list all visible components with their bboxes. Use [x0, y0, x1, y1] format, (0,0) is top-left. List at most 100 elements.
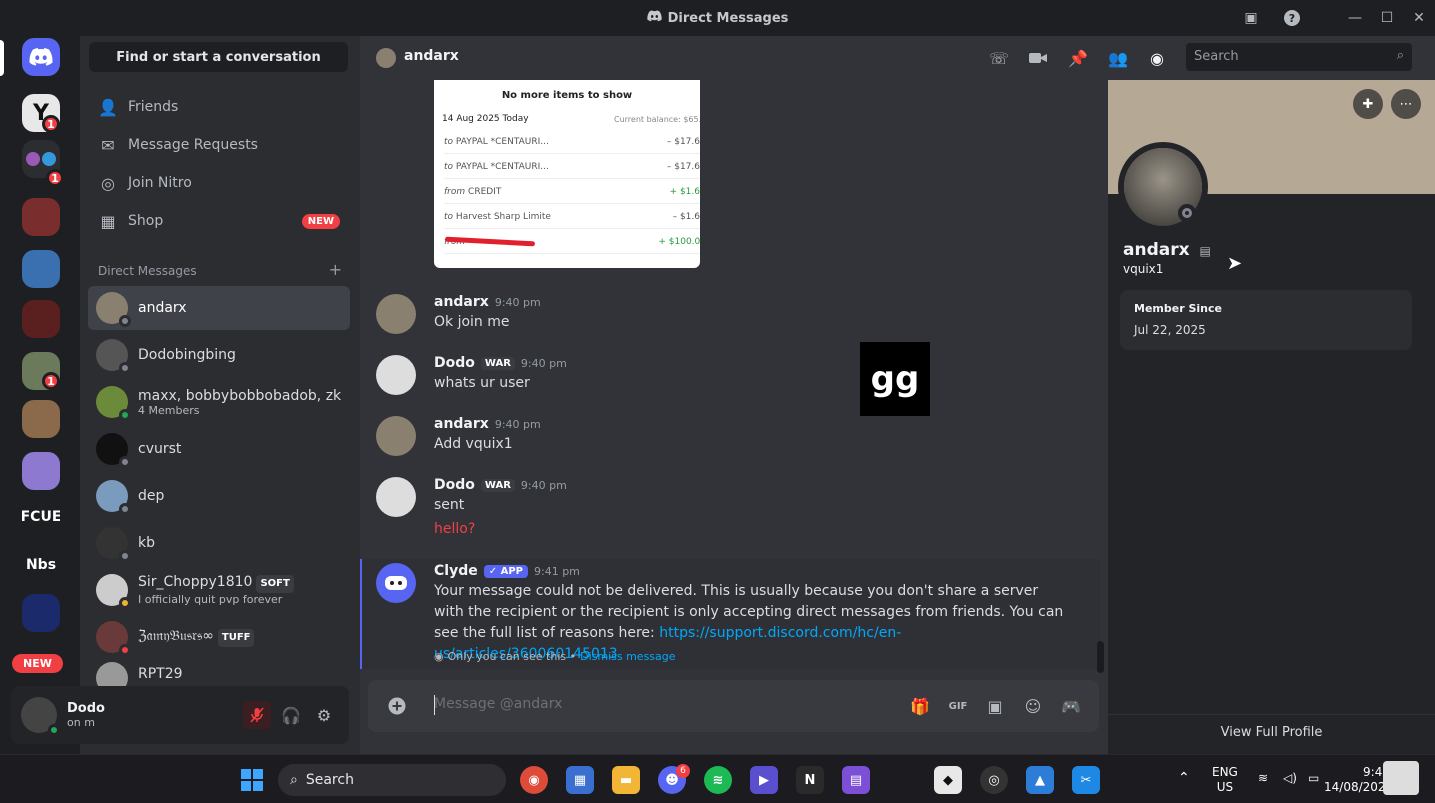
dm-item-dodobingbing[interactable]: Dodobingbing — [88, 333, 350, 377]
dm-name: andarx — [138, 300, 187, 316]
tray-chevron-icon[interactable]: ⌃ — [1178, 771, 1190, 786]
server-bronze[interactable] — [22, 452, 60, 490]
gif-icon[interactable]: GIF — [946, 694, 970, 718]
photos-icon[interactable]: ▲ — [1026, 766, 1054, 794]
dm-item-sir-choppy[interactable]: Sir_Choppy1810 SOFT I officially quit pvp… — [88, 568, 350, 612]
view-full-profile-button[interactable]: View Full Profile — [1108, 714, 1435, 740]
receipt-dir: to — [444, 211, 454, 222]
wifi-icon[interactable]: ≋ — [1258, 771, 1268, 786]
avatar[interactable] — [21, 697, 60, 736]
dm-item-zamy[interactable]: ℨ𝔞𝔪𝔶𝔅𝔲𝔰𝔯𝔰∞ TUFF — [88, 615, 350, 659]
gift-icon[interactable]: 🎁 — [908, 694, 932, 718]
chat-scrollbar[interactable] — [1097, 641, 1104, 673]
more-options-icon[interactable]: ⋯ — [1391, 89, 1421, 119]
failed-message-text[interactable]: hello? — [434, 519, 475, 540]
dm-name: cvurst — [138, 441, 182, 457]
avatar — [96, 480, 131, 515]
notion-icon[interactable]: N — [796, 766, 824, 794]
voice-call-icon[interactable]: ☏ — [988, 47, 1010, 69]
dm-item-kb[interactable]: kb — [88, 521, 350, 565]
maximize-icon[interactable]: ☐ — [1371, 6, 1403, 30]
receipt-balance: Current balance: $65.8 — [614, 115, 700, 124]
sticker-icon[interactable]: ▣ — [983, 694, 1007, 718]
player-icon[interactable]: ▶ — [750, 766, 778, 794]
server-jail[interactable] — [22, 250, 60, 288]
dm-item-cvurst[interactable]: cvurst — [88, 427, 350, 471]
search-placeholder: Search — [1194, 49, 1239, 64]
nav-friends[interactable]: 👤 Friends — [88, 90, 350, 124]
dm-name: RPT29 — [138, 666, 183, 682]
headphones-icon[interactable]: 🎧 — [277, 701, 305, 729]
add-friends-to-dm-icon[interactable]: 👥 — [1107, 47, 1129, 69]
minimize-icon[interactable]: — — [1339, 6, 1371, 30]
home-button[interactable] — [22, 38, 60, 76]
windows-start-icon[interactable] — [238, 766, 266, 794]
settings-gear-icon[interactable]: ⚙ — [310, 701, 338, 729]
server-folder-4[interactable] — [22, 400, 60, 438]
language-indicator[interactable]: ENG US — [1212, 765, 1238, 795]
pin-icon[interactable]: 📌 — [1067, 47, 1089, 69]
roblox-icon[interactable]: ◆ — [934, 766, 962, 794]
new-unreads-badge[interactable]: NEW — [12, 654, 63, 673]
activities-icon[interactable]: 🎮 — [1059, 694, 1083, 718]
spotify-icon[interactable]: ≋ — [704, 766, 732, 794]
add-friend-icon[interactable]: ✚ — [1353, 89, 1383, 119]
nav-message-requests[interactable]: ✉ Message Requests — [88, 128, 350, 162]
avatar[interactable] — [376, 355, 416, 395]
profile-avatar[interactable] — [1118, 142, 1208, 232]
dm-item-dep[interactable]: dep — [88, 474, 350, 518]
taskbar-search[interactable]: ⌕ Search — [278, 764, 506, 796]
dm-item-group[interactable]: maxx, bobbybobbobadob, zk 4 Members — [88, 380, 350, 424]
chrome-icon[interactable]: ◉ — [520, 766, 548, 794]
store-icon[interactable]: ▦ — [566, 766, 594, 794]
title-bar: Direct Messages ▣ ? — ☐ ✕ — [0, 0, 1435, 36]
dm-item-rpt29[interactable]: RPT29 — [88, 662, 350, 686]
server-blue[interactable] — [22, 594, 60, 632]
close-icon[interactable]: ✕ — [1403, 6, 1435, 30]
user-profile-icon[interactable]: ◉ — [1146, 47, 1168, 69]
receipt-amount: – $17.6 — [666, 136, 700, 147]
message-author[interactable]: andarx — [434, 294, 489, 310]
dm-name: maxx, bobbybobbobadob, zk — [138, 387, 342, 404]
obs-icon[interactable]: ◎ — [980, 766, 1008, 794]
find-conversation-button[interactable]: Find or start a conversation — [89, 42, 348, 72]
upload-plus-icon[interactable] — [385, 694, 409, 718]
image-attachment[interactable]: No more items to show 14 Aug 2025 Today … — [434, 80, 700, 268]
avatar[interactable] — [376, 477, 416, 517]
taskbar-search-label: Search — [305, 772, 354, 788]
file-explorer-icon[interactable]: ▬ — [612, 766, 640, 794]
nav-shop[interactable]: ▦ Shop NEW — [88, 204, 350, 238]
video-call-icon[interactable] — [1027, 47, 1049, 69]
emoji-icon[interactable]: ☺ — [1021, 694, 1045, 718]
server-folder-2[interactable] — [22, 198, 60, 236]
server-fcue[interactable]: FCUE — [22, 498, 60, 536]
server-nbs[interactable]: Nbs — [22, 546, 60, 584]
receipt-row: to PAYPAL *CENTAURI... – $17.6 — [444, 155, 700, 179]
screen-share-icon[interactable]: ▣ — [1241, 8, 1261, 28]
message-timestamp: 9:40 pm — [494, 295, 541, 309]
search-input[interactable]: Search ⌕ — [1186, 43, 1412, 71]
soft-tag: SOFT — [256, 575, 294, 593]
dm-item-andarx[interactable]: andarx — [88, 286, 350, 330]
clapper-icon[interactable]: ▤ — [842, 766, 870, 794]
chat-header: andarx ☏ 📌 👥 ◉ Search ⌕ — [360, 36, 1435, 80]
message-author[interactable]: andarx — [434, 416, 489, 432]
message-composer[interactable]: Message @andarx 🎁 GIF ▣ ☺ 🎮 — [368, 680, 1099, 732]
avatar[interactable] — [376, 294, 416, 334]
dm-sidebar: Find or start a conversation 👤 Friends ✉… — [80, 36, 360, 754]
volume-icon[interactable]: ◁) — [1283, 771, 1297, 786]
mute-mic-icon[interactable] — [243, 701, 271, 729]
server-folder-3[interactable] — [22, 300, 60, 338]
create-dm-button[interactable]: + — [329, 262, 342, 278]
message-author[interactable]: Dodo — [434, 355, 475, 371]
user-panel: Dodo on m 🎧 ⚙ — [11, 686, 349, 744]
avatar[interactable] — [376, 416, 416, 456]
snipping-icon[interactable]: ✂ — [1072, 766, 1100, 794]
nav-join-nitro[interactable]: ◎ Join Nitro — [88, 166, 350, 200]
message-author[interactable]: Dodo — [434, 477, 475, 493]
help-icon[interactable]: ? — [1282, 8, 1302, 28]
battery-icon[interactable]: ▭ — [1308, 771, 1319, 786]
dismiss-message-link[interactable]: Dismiss message — [580, 650, 675, 663]
message-input[interactable]: Message @andarx — [434, 696, 562, 712]
avatar — [96, 527, 131, 562]
